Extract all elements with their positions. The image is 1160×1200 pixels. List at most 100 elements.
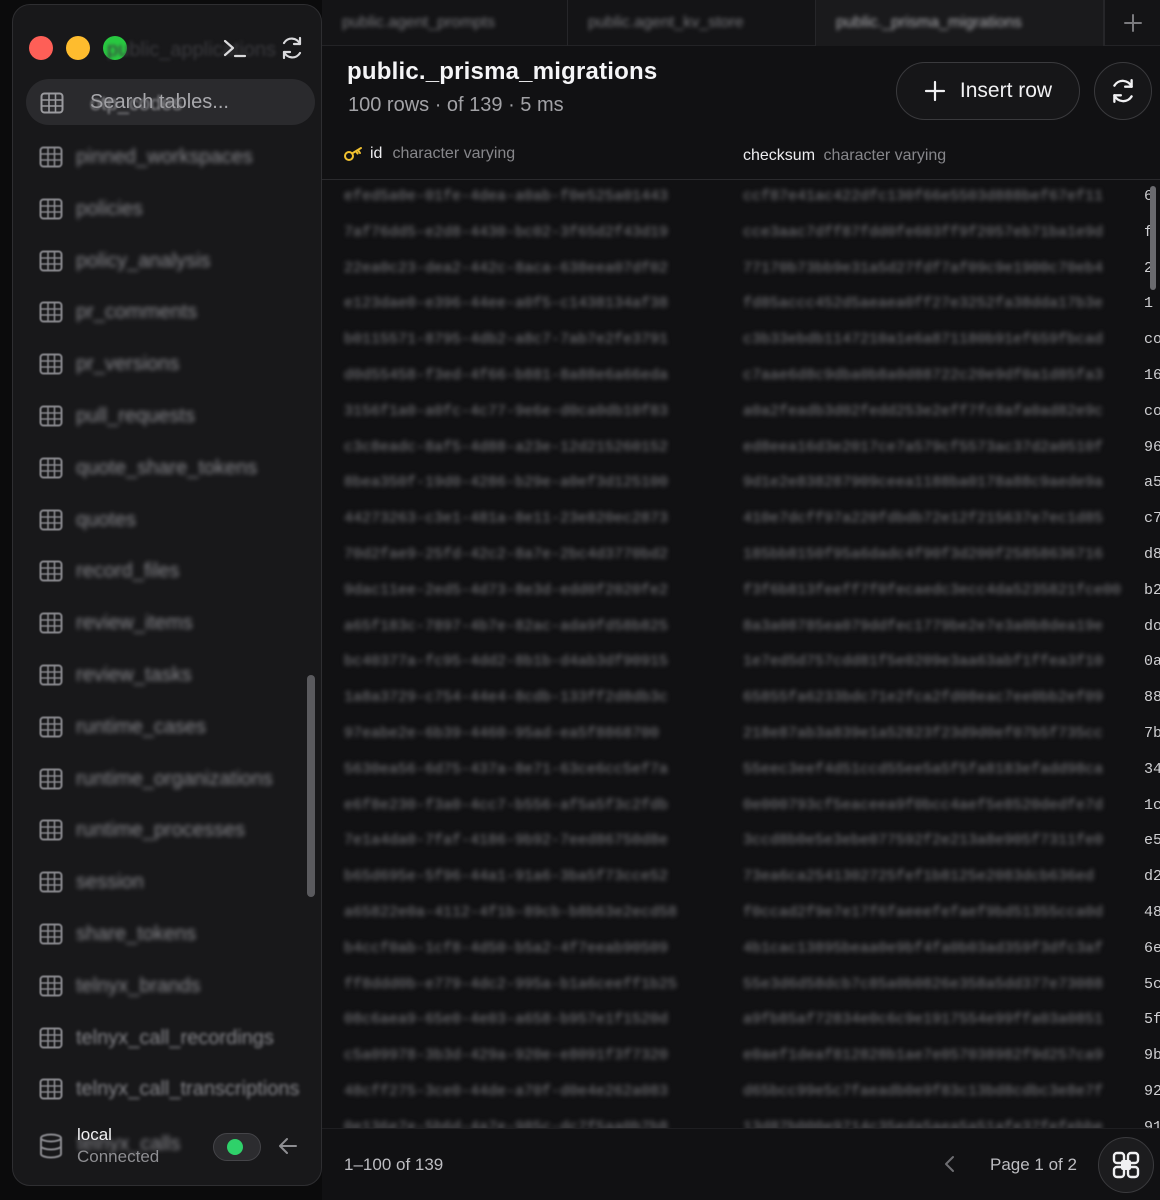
cell-id[interactable]: 7e1a4da0-7faf-4186-9b92-7eed86750d8e	[344, 832, 668, 849]
table-row[interactable]: a65f183c-7897-4b7e-82ac-ada9fd58b825 8a3a…	[322, 610, 1160, 646]
cell-id[interactable]: 48cff275-3ce0-44de-a70f-d0e4e262a083	[344, 1083, 668, 1100]
cell-next-column[interactable]: do	[1144, 618, 1160, 635]
sidebar-table-item[interactable]: session	[13, 860, 313, 904]
table-row[interactable]: c5a09978-3b3d-429a-920e-e8091f3f7320 e0ae…	[322, 1039, 1160, 1075]
cell-checksum[interactable]: 9d1e2e838287909ceea1188ba0178a88c9aede9a	[743, 474, 1143, 491]
cell-id[interactable]: 22ea0c23-dea2-442c-8aca-638eea07df02	[344, 260, 668, 277]
cell-checksum[interactable]: f0ccad2f9e7e17f6faeeefefaef9bd51355cca0d	[743, 904, 1143, 921]
table-row[interactable]: 1a8a3729-c754-44e4-8cdb-133ff2d8db3c 6585…	[322, 681, 1160, 717]
cell-next-column[interactable]: 96	[1144, 439, 1160, 456]
cell-next-column[interactable]: 5f	[1144, 1011, 1160, 1028]
cell-id[interactable]: 97eabe2e-6b39-4460-95ad-ea5f8868700	[344, 725, 659, 742]
sidebar-table-item[interactable]: record_files	[13, 549, 313, 593]
table-row[interactable]: 44273263-c3e1-481a-8e11-23e820ec2873 410e…	[322, 502, 1160, 538]
cell-id[interactable]: 1a8a3729-c754-44e4-8cdb-133ff2d8db3c	[344, 689, 668, 706]
table-row[interactable]: efed5a0e-01fe-4dea-a0ab-f0e525a01443 ccf8…	[322, 180, 1160, 216]
cell-next-column[interactable]: d8	[1144, 546, 1160, 563]
tab-prisma-migrations[interactable]: public._prisma_migrations	[816, 0, 1104, 46]
cell-next-column[interactable]: 9b	[1144, 1047, 1160, 1064]
sidebar-table-item[interactable]: runtime_organizations	[13, 757, 313, 801]
cell-checksum[interactable]: 4b1cac13895beaa0e9bf4fa0b03ad359f3dfc3af	[743, 940, 1143, 957]
cell-checksum[interactable]: d65bcc99e5c7faeadb0e9f83c13bd8cdbc3e8e7f	[743, 1083, 1143, 1100]
cell-id[interactable]: e6f8e230-f3a0-4cc7-b556-af5a5f3c2fdb	[344, 797, 668, 814]
column-header-id[interactable]: id character varying	[344, 145, 515, 163]
cell-next-column[interactable]: 91	[1144, 1119, 1160, 1128]
cell-next-column[interactable]: 16	[1144, 367, 1160, 384]
cell-next-column[interactable]: co	[1144, 331, 1160, 348]
tab-agent-kv-store[interactable]: public.agent_kv_store	[568, 0, 816, 46]
cell-id[interactable]: 3156f1a0-a0fc-4c77-9e6e-d0ca0db10f83	[344, 403, 668, 420]
cell-checksum[interactable]: 8a3a08785ea079ddfec1779be2e7e3a0b8dea19e	[743, 618, 1143, 635]
table-row[interactable]: a65822e0a-4112-4f1b-89cb-b8b63e2ecd58 f0c…	[322, 896, 1160, 932]
minimize-window-button[interactable]	[66, 36, 90, 60]
cell-id[interactable]: 44273263-c3e1-481a-8e11-23e820ec2873	[344, 510, 668, 527]
cell-next-column[interactable]: 92	[1144, 1083, 1160, 1100]
cell-id[interactable]: a65822e0a-4112-4f1b-89cb-b8b63e2ecd58	[344, 904, 677, 921]
table-row[interactable]: 9dac11ee-2ed5-4d73-8e3d-edd0f2020fe2 f3f6…	[322, 574, 1160, 610]
table-row[interactable]: d0d55458-f3ed-4f66-b881-8a88e6a66eda c7aa…	[322, 359, 1160, 395]
cell-next-column[interactable]: 0a	[1144, 653, 1160, 670]
cell-checksum[interactable]: c7aae6d8c9dba0b8a0d88722c20e9df0a1d85fa3	[743, 367, 1143, 384]
cell-id[interactable]: c5a09978-3b3d-429a-920e-e8091f3f7320	[344, 1047, 668, 1064]
sidebar-table-item[interactable]: telnyx_call_recordings	[13, 1016, 313, 1060]
previous-page-button[interactable]	[934, 1149, 964, 1179]
cell-checksum[interactable]: 1e7ed5d757cdd81f5e0209e3aa63abf1ffea3f10	[743, 653, 1143, 670]
cell-checksum[interactable]: 185bb8150f95a6dadc4f90f3d200f25858636716	[743, 546, 1143, 563]
table-row[interactable]: 8bea350f-19d0-4286-b29e-a0ef3d125100 9d1e…	[322, 466, 1160, 502]
cell-id[interactable]: 08c6aea9-65e0-4e03-a658-b957e1f1520d	[344, 1011, 668, 1028]
cell-id[interactable]: b4ccf0ab-1cf8-4d50-b5a2-4f7eeab90509	[344, 940, 668, 957]
cell-next-column[interactable]: 34	[1144, 761, 1160, 778]
cell-id[interactable]: 8bea350f-19d0-4286-b29e-a0ef3d125100	[344, 474, 668, 491]
cell-checksum[interactable]: ccf87e41ac422dfc130f66e5503d888bef67ef11	[743, 188, 1143, 205]
cell-next-column[interactable]: 5c	[1144, 976, 1160, 993]
table-row[interactable]: 5630ea56-6d75-437a-8e71-63ce6cc5ef7a 55ee…	[322, 753, 1160, 789]
cell-checksum[interactable]: a9fb85af72834e0c6c9e1917554e99ffa03a0851	[743, 1011, 1143, 1028]
cell-checksum[interactable]: 13d87b000e9714c35eda5aea5a51afe37fefebbe	[743, 1119, 1143, 1128]
sidebar-table-item[interactable]: review_items	[13, 601, 313, 645]
table-row[interactable]: e6f8e230-f3a0-4cc7-b556-af5a5f3c2fdb 0e00…	[322, 789, 1160, 825]
table-row[interactable]: e123dae0-e396-44ee-a0f5-c1438134af38 fd85…	[322, 287, 1160, 323]
cell-id[interactable]: e123dae0-e396-44ee-a0f5-c1438134af38	[344, 295, 668, 312]
cell-id[interactable]: 7af76dd5-e2d8-4430-bc02-3f65d2f43d19	[344, 224, 668, 241]
cell-checksum[interactable]: cce3aac7dff87fdd0fe603ff9f2057eb71ba1e9d	[743, 224, 1143, 241]
sidebar-table-item[interactable]: policy_analysis	[13, 239, 313, 283]
cell-checksum[interactable]: ed8eea16d3e2017ce7a579cf5573ac37d2a0510f	[743, 439, 1143, 456]
sidebar-refresh-button[interactable]	[275, 31, 309, 65]
cell-checksum[interactable]: 77170b73bb9e31a5d27fdf7af09c9e1900c70eb4	[743, 260, 1143, 277]
cell-checksum[interactable]: fd85accc452d5aeaea0ff27e3252fa38dda17b3e	[743, 295, 1143, 312]
close-window-button[interactable]	[29, 36, 53, 60]
terminal-button[interactable]	[218, 31, 252, 65]
cell-checksum[interactable]: 0e000793cf5eaceea9f0bcc4aef5e8520dedfe7d	[743, 797, 1143, 814]
cell-id[interactable]: b0115571-8795-4db2-a8c7-7ab7e2fe3791	[344, 331, 668, 348]
cell-next-column[interactable]: 88	[1144, 689, 1160, 706]
cell-id[interactable]: 5630ea56-6d75-437a-8e71-63ce6cc5ef7a	[344, 761, 668, 778]
cell-id[interactable]: 70d2fae9-25fd-42c2-8a7e-2bc4d3770bd2	[344, 546, 668, 563]
app-menu-button[interactable]	[1098, 1137, 1154, 1193]
table-row[interactable]: 7e1a4da0-7faf-4186-9b92-7eed86750d8e 3ccd…	[322, 824, 1160, 860]
sidebar-table-item[interactable]: quote_share_tokens	[13, 446, 313, 490]
new-tab-button[interactable]	[1104, 0, 1160, 46]
sidebar-table-item[interactable]: share_tokens	[13, 912, 313, 956]
sidebar-table-item[interactable]: pinned_workspaces	[13, 135, 313, 179]
search-input[interactable]	[90, 79, 300, 125]
cell-id[interactable]: 0e136e7e-5b6d-4a7e-985c-dc7f5aa0b7b8	[344, 1119, 668, 1128]
table-row[interactable]: b65d695e-5f96-44a1-91a6-3ba5f73cce52 73ea…	[322, 860, 1160, 896]
sidebar-table-item[interactable]: policies	[13, 187, 313, 231]
cell-checksum[interactable]: c3b33ebdb1147210a1e6a871180b91ef659fbcad	[743, 331, 1143, 348]
cell-id[interactable]: c3c8eadc-8af5-4d88-a23e-12d215260152	[344, 439, 668, 456]
column-header-checksum[interactable]: checksum character varying	[743, 147, 946, 165]
table-row[interactable]: b0115571-8795-4db2-a8c7-7ab7e2fe3791 c3b3…	[322, 323, 1160, 359]
table-row[interactable]: 0e136e7e-5b6d-4a7e-985c-dc7f5aa0b7b8 13d8…	[322, 1111, 1160, 1128]
table-row[interactable]: 22ea0c23-dea2-442c-8aca-638eea07df02 7717…	[322, 252, 1160, 288]
cell-next-column[interactable]: 1c	[1144, 797, 1160, 814]
cell-next-column[interactable]: a5	[1144, 474, 1160, 491]
table-row[interactable]: 08c6aea9-65e0-4e03-a658-b957e1f1520d a9fb…	[322, 1003, 1160, 1039]
sidebar-table-item[interactable]: review_tasks	[13, 653, 313, 697]
cell-id[interactable]: ff8ddd0b-e779-4dc2-995a-b1a6ceeff1b25	[344, 976, 677, 993]
cell-checksum[interactable]: f3f6b813feeff7f0fecaedc3ecc4da5235821fce…	[743, 582, 1143, 599]
cell-id[interactable]: bc40377a-fc95-4dd2-8b1b-d4ab3df90915	[344, 653, 668, 670]
table-row[interactable]: 70d2fae9-25fd-42c2-8a7e-2bc4d3770bd2 185b…	[322, 538, 1160, 574]
cell-checksum[interactable]: 55eec3eef4d51ccd55ee5a5f5fa8183efadd98ca	[743, 761, 1143, 778]
cell-checksum[interactable]: 218e87ab3a839e1a52823f23d9d0ef07b5f735cc	[743, 725, 1143, 742]
cell-id[interactable]: d0d55458-f3ed-4f66-b881-8a88e6a66eda	[344, 367, 668, 384]
